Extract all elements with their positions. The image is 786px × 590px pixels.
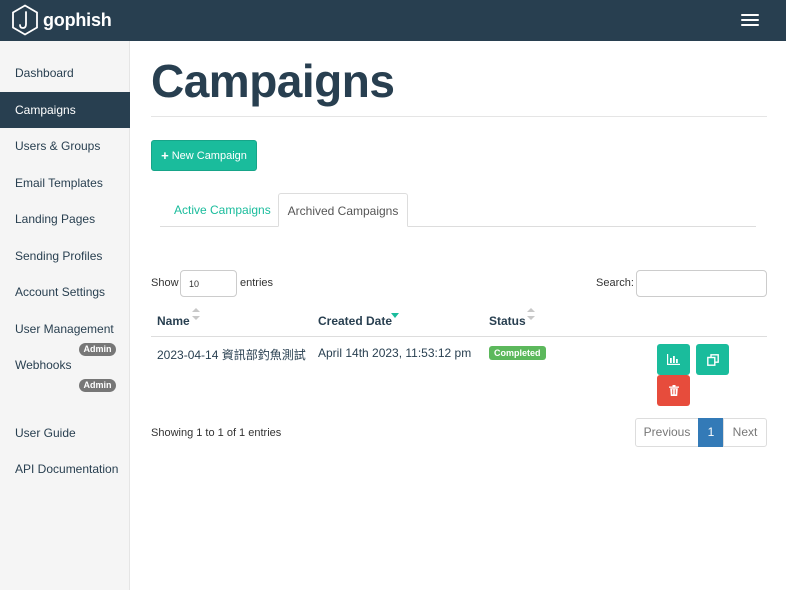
sidebar-item-campaigns[interactable]: Campaigns (0, 92, 130, 128)
pagination-previous[interactable]: Previous (635, 418, 699, 447)
sidebar-item-users-groups[interactable]: Users & Groups (0, 128, 130, 164)
copy-icon (706, 353, 719, 366)
pagination-page-1[interactable]: 1 (698, 418, 724, 447)
column-header-status[interactable]: Status (489, 314, 526, 328)
title-divider (151, 116, 767, 117)
column-header-created-date[interactable]: Created Date (318, 314, 392, 328)
admin-badge: Admin (79, 379, 116, 392)
show-label: Show (151, 277, 179, 289)
campaign-created-date: April 14th 2023, 11:53:12 pm (318, 346, 472, 360)
top-navbar: gophish (0, 0, 786, 41)
entries-label: entries (240, 277, 274, 289)
search-label: Search: (596, 277, 634, 289)
column-header-name[interactable]: Name (157, 314, 190, 328)
pagination-next[interactable]: Next (723, 418, 767, 447)
table-info: Showing 1 to 1 of 1 entries (151, 427, 282, 439)
sidebar-item-user-management[interactable]: User Management (0, 311, 130, 347)
sidebar-item-user-guide[interactable]: User Guide (0, 415, 130, 451)
entries-per-page-select[interactable]: 10 (180, 270, 237, 297)
tab-active-campaigns[interactable]: Active Campaigns (162, 193, 283, 227)
sidebar-item-webhooks[interactable]: Webhooks (0, 347, 130, 383)
new-campaign-label: New Campaign (171, 149, 247, 162)
delete-campaign-button[interactable] (657, 375, 690, 406)
sidebar-item-email-templates[interactable]: Email Templates (0, 165, 130, 201)
status-badge: Completed (489, 346, 546, 360)
sort-desc-icon[interactable] (391, 313, 399, 325)
search-input[interactable] (636, 270, 767, 297)
sort-both-icon[interactable] (192, 308, 200, 320)
sort-both-icon[interactable] (527, 308, 535, 320)
sidebar-item-landing-pages[interactable]: Landing Pages (0, 201, 130, 237)
hamburger-menu-icon[interactable] (741, 14, 759, 27)
plus-icon: + (161, 148, 169, 163)
campaign-name[interactable]: 2023-04-14 資訊部釣魚測試 (157, 346, 306, 363)
sidebar-item-dashboard[interactable]: Dashboard (0, 55, 130, 91)
sidebar-item-sending-profiles[interactable]: Sending Profiles (0, 238, 130, 274)
gophish-logo-icon (12, 4, 38, 36)
brand[interactable]: gophish (11, 4, 112, 36)
trash-icon (668, 385, 679, 396)
sidebar-item-account-settings[interactable]: Account Settings (0, 274, 130, 310)
page-title: Campaigns (151, 55, 395, 107)
tab-archived-campaigns[interactable]: Archived Campaigns (278, 193, 408, 227)
brand-name: gophish (43, 9, 112, 30)
view-results-button[interactable] (657, 344, 690, 375)
new-campaign-button[interactable]: + New Campaign (151, 140, 257, 171)
table-header-divider (151, 336, 767, 337)
sidebar: Dashboard Campaigns Users & Groups Email… (0, 41, 130, 590)
sidebar-item-api-documentation[interactable]: API Documentation (0, 451, 130, 487)
copy-campaign-button[interactable] (696, 344, 729, 375)
bar-chart-icon (667, 354, 680, 365)
